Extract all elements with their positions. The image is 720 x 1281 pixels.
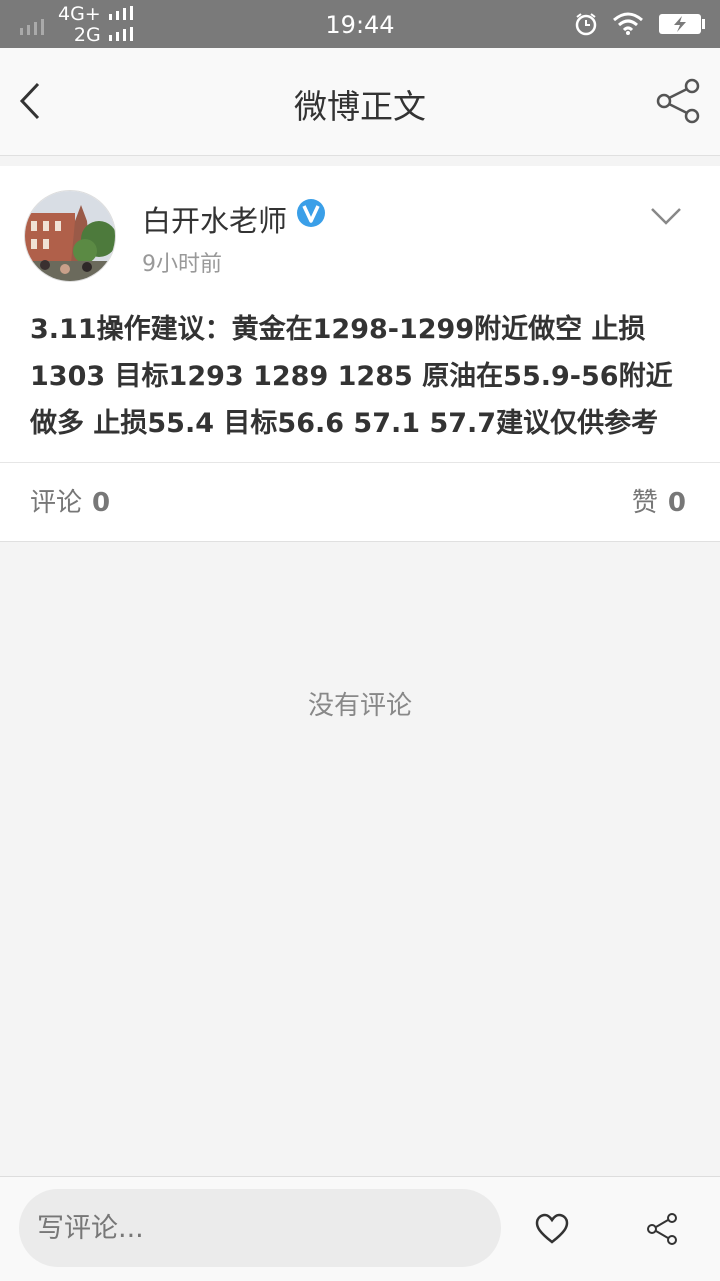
comments-count: 0: [92, 488, 111, 518]
share-icon[interactable]: [656, 78, 702, 124]
page-title: 微博正文: [294, 87, 426, 126]
share-icon[interactable]: [646, 1213, 678, 1245]
battery-charging-icon: [659, 14, 705, 34]
alarm-icon: [575, 13, 597, 36]
heart-icon[interactable]: [535, 1213, 569, 1245]
divider: [0, 462, 720, 463]
likes-count: 0: [667, 488, 686, 518]
wifi-icon: [613, 12, 643, 35]
bottom-bar: [0, 1176, 720, 1281]
comments-label: 评论: [30, 488, 83, 518]
avatar-image: [25, 191, 115, 281]
chevron-down-icon[interactable]: [650, 206, 682, 226]
status-bar: 4G+ 2G 19:44: [0, 0, 720, 48]
post-time: 9小时前: [142, 252, 222, 277]
comment-input[interactable]: [19, 1189, 501, 1267]
comment-count-button[interactable]: 评论 0: [30, 482, 110, 519]
username[interactable]: 白开水老师: [142, 198, 287, 240]
avatar[interactable]: [24, 190, 116, 282]
nav-bar: 微博正文: [0, 48, 720, 156]
post-content: 3.11操作建议：黄金在1298-1299附近做空 止损1303 目标1293 …: [30, 314, 673, 439]
weibo-post: 白开水老师 9小时前 3.11操作建议：黄金在1298-1299附近做空 止损1…: [0, 166, 720, 541]
empty-comments-text: 没有评论: [307, 691, 412, 721]
likes-label: 赞: [631, 488, 658, 518]
like-count-button[interactable]: 赞0: [632, 482, 686, 519]
verified-badge-icon: [297, 199, 325, 227]
divider: [0, 541, 720, 542]
